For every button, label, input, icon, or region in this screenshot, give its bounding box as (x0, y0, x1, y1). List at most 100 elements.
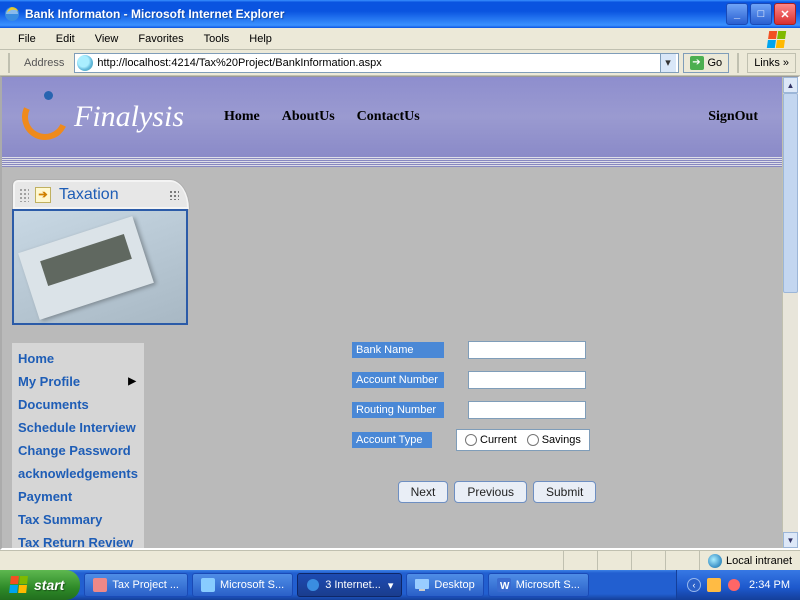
tray-icon-1[interactable] (707, 578, 721, 592)
taskbar-item-mss2[interactable]: W Microsoft S... (488, 573, 589, 597)
tray-icon-2[interactable] (727, 578, 741, 592)
sidebar-item-label: Tax Return Review (18, 535, 133, 548)
taskbar-clock[interactable]: 2:34 PM (749, 579, 790, 591)
scroll-down-button[interactable]: ▼ (783, 532, 798, 548)
page-body: Finalysis Home AboutUs ContactUs SignOut… (2, 77, 782, 548)
menu-edit[interactable]: Edit (46, 31, 85, 47)
nav-about[interactable]: AboutUs (282, 109, 335, 125)
ie-icon (306, 578, 320, 592)
scroll-thumb[interactable] (783, 93, 798, 293)
scroll-up-button[interactable]: ▲ (783, 77, 798, 93)
taskbar-item-label: Tax Project ... (112, 579, 179, 591)
logo-wrap: Finalysis (22, 94, 184, 140)
sidebar-item-taxreturn[interactable]: Tax Return Review (18, 531, 138, 548)
zone-icon (708, 554, 722, 568)
status-pane-1 (563, 551, 597, 570)
routing-number-label: Routing Number (352, 402, 444, 418)
sidebar-item-taxsummary[interactable]: Tax Summary (18, 508, 138, 531)
account-type-label: Account Type (352, 432, 432, 448)
submit-button[interactable]: Submit (533, 481, 596, 503)
go-arrow-icon: ➔ (690, 56, 704, 70)
account-number-input[interactable] (468, 371, 586, 389)
site-banner: Finalysis Home AboutUs ContactUs SignOut (2, 77, 782, 167)
sidebar-item-payment[interactable]: Payment (18, 485, 138, 508)
address-input[interactable] (97, 54, 659, 72)
status-pane-3 (631, 551, 665, 570)
taskbar-item-mss1[interactable]: Microsoft S... (192, 573, 293, 597)
menu-help[interactable]: Help (239, 31, 282, 47)
arrow-right-icon: ➔ (35, 187, 51, 203)
account-number-label: Account Number (352, 372, 444, 388)
radio-savings-label[interactable]: Savings (527, 434, 581, 446)
taskbar-item-desktop[interactable]: Desktop (406, 573, 483, 597)
sidebar-item-documents[interactable]: Documents (18, 393, 138, 416)
menu-file[interactable]: File (8, 31, 46, 47)
form-row-routingnumber: Routing Number (352, 399, 642, 421)
sidebar-item-label: Payment (18, 489, 72, 504)
start-button[interactable]: start (0, 570, 80, 600)
minimize-button[interactable]: _ (726, 3, 748, 25)
banner-nav: Home AboutUs ContactUs (224, 109, 420, 125)
form-row-accountnumber: Account Number (352, 369, 642, 391)
bank-info-form: Bank Name Account Number Routing Number … (352, 339, 642, 503)
app-icon (93, 578, 107, 592)
next-button[interactable]: Next (398, 481, 449, 503)
previous-button[interactable]: Previous (454, 481, 527, 503)
sidebar-menu: Home My Profile▶ Documents Schedule Inte… (12, 343, 144, 548)
routing-number-input[interactable] (468, 401, 586, 419)
bank-name-input[interactable] (468, 341, 586, 359)
grip-separator (8, 53, 10, 73)
page-icon (77, 55, 93, 71)
taskbar-item-internet[interactable]: 3 Internet... ▾ (297, 573, 402, 597)
taskbar-item-label: Microsoft S... (220, 579, 284, 591)
nav-home[interactable]: Home (224, 109, 260, 125)
vertical-scrollbar[interactable]: ▲ ▼ (782, 77, 798, 548)
nav-signout[interactable]: SignOut (708, 109, 758, 125)
tray-collapse-button[interactable]: ‹ (687, 578, 701, 592)
sidebar: ➔ Taxation Home My Profile▶ Documents Sc… (12, 179, 190, 548)
sidebar-item-schedule[interactable]: Schedule Interview (18, 416, 138, 439)
taskbar-item-taxproject[interactable]: Tax Project ... (84, 573, 188, 597)
windows-logo-icon (9, 576, 29, 594)
close-button[interactable]: ✕ (774, 3, 796, 25)
window-title: Bank Informaton - Microsoft Internet Exp… (25, 7, 726, 21)
form-button-row: Next Previous Submit (352, 481, 642, 503)
chevron-down-icon: ▾ (388, 579, 394, 592)
nav-contact[interactable]: ContactUs (357, 109, 420, 125)
status-pane-2 (597, 551, 631, 570)
app-icon (201, 578, 215, 592)
windows-flag-icon[interactable] (768, 30, 788, 48)
desktop-icon (415, 578, 429, 592)
sidebar-item-ack[interactable]: acknowledgements (18, 462, 138, 485)
address-box: ▾ (74, 53, 678, 73)
sidebar-item-changepw[interactable]: Change Password (18, 439, 138, 462)
grip-separator-2 (737, 53, 739, 73)
links-button[interactable]: Links » (747, 53, 796, 73)
maximize-button[interactable]: □ (750, 3, 772, 25)
sidebar-image (12, 209, 188, 325)
menu-tools[interactable]: Tools (194, 31, 240, 47)
scroll-track[interactable] (783, 93, 798, 532)
form-row-bankname: Bank Name (352, 339, 642, 361)
address-dropdown-button[interactable]: ▾ (660, 54, 676, 72)
radio-current-label[interactable]: Current (465, 434, 517, 446)
status-pane-zone: Local intranet (699, 551, 800, 570)
sidebar-item-home[interactable]: Home (18, 347, 138, 370)
svg-text:W: W (500, 581, 510, 592)
go-button[interactable]: ➔ Go (683, 53, 730, 73)
menu-view[interactable]: View (85, 31, 129, 47)
radio-savings-text: Savings (542, 434, 581, 446)
menu-bar: File Edit View Favorites Tools Help (0, 28, 800, 50)
bank-name-label: Bank Name (352, 342, 444, 358)
menu-favorites[interactable]: Favorites (128, 31, 193, 47)
ie-app-icon (4, 6, 20, 22)
sidebar-item-label: acknowledgements (18, 466, 138, 481)
taskbar-item-label: Desktop (434, 579, 474, 591)
radio-current-input[interactable] (465, 434, 477, 446)
logo-text: Finalysis (74, 100, 184, 134)
grip-icon (19, 188, 29, 202)
radio-savings-input[interactable] (527, 434, 539, 446)
radio-current-text: Current (480, 434, 517, 446)
sidebar-item-myprofile[interactable]: My Profile▶ (18, 370, 138, 393)
sidebar-item-label: Schedule Interview (18, 420, 136, 435)
